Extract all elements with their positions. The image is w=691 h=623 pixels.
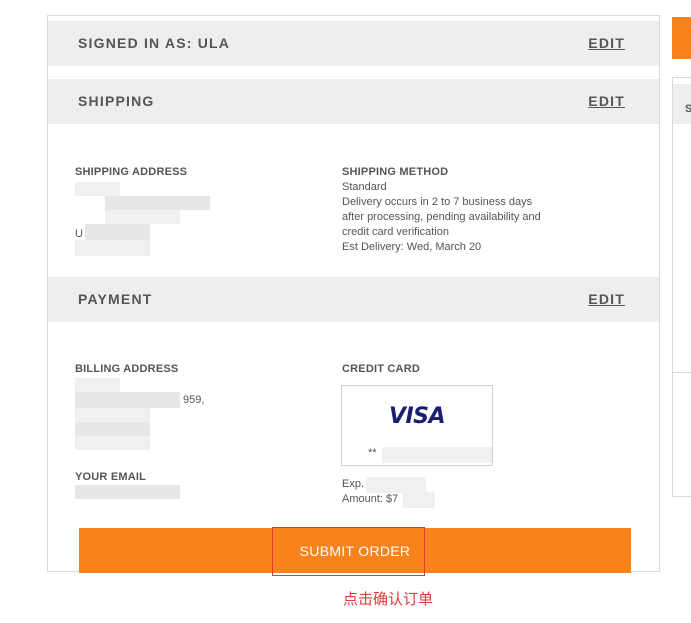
payment-header: PAYMENT EDIT xyxy=(48,277,659,322)
email-label: YOUR EMAIL xyxy=(75,471,147,483)
credit-card-label: CREDIT CARD xyxy=(342,363,420,375)
card-number-masked: ** xyxy=(368,447,377,459)
signed-in-title: SIGNED IN AS: ULA xyxy=(78,35,231,51)
side-orange-bar xyxy=(672,17,691,59)
shipping-address-redacted xyxy=(85,224,150,240)
billing-address-redacted xyxy=(75,436,150,450)
checkout-review-panel: SIGNED IN AS: ULA EDIT SHIPPING EDIT SHI… xyxy=(47,15,660,573)
shipping-method-line: credit card verification xyxy=(342,226,449,238)
visa-logo: VISA xyxy=(388,404,446,429)
payment-title: PAYMENT xyxy=(78,291,153,307)
email-redacted xyxy=(75,485,180,499)
shipping-address-redacted xyxy=(105,210,180,224)
card-expiry-label: Exp. xyxy=(342,478,365,490)
billing-address-label: BILLING ADDRESS xyxy=(75,363,179,375)
shipping-method-label: SHIPPING METHOD xyxy=(342,166,449,178)
credit-card-box: VISA ** xyxy=(341,385,493,466)
shipping-method-line: after processing, pending availability a… xyxy=(342,211,541,223)
shipping-method-line: Standard xyxy=(342,181,387,193)
order-amount-redacted xyxy=(403,492,435,508)
annotation-text: 点击确认订单 xyxy=(343,590,434,608)
shipping-title: SHIPPING xyxy=(78,93,155,109)
shipping-address-redacted xyxy=(75,240,150,256)
billing-address-redacted xyxy=(75,408,150,422)
billing-address-redacted xyxy=(75,378,120,392)
shipping-address-label: SHIPPING ADDRESS xyxy=(75,166,188,178)
billing-address-partial: 959, xyxy=(183,394,205,406)
order-summary-title: S xyxy=(685,103,691,115)
shipping-header: SHIPPING EDIT xyxy=(48,79,659,124)
signed-in-header: SIGNED IN AS: ULA EDIT xyxy=(48,21,659,66)
billing-address-redacted xyxy=(75,392,180,408)
order-summary-panel: S xyxy=(672,77,691,497)
order-amount: Amount: $7 xyxy=(342,493,399,505)
annotation-highlight-box xyxy=(272,527,425,576)
card-expiry-redacted xyxy=(366,477,426,493)
estimated-delivery: Est Delivery: Wed, March 20 xyxy=(342,241,482,253)
order-summary-header: S xyxy=(673,84,691,124)
billing-address-redacted xyxy=(75,422,150,436)
card-number-redacted xyxy=(382,447,492,463)
shipping-address-redacted xyxy=(75,182,120,196)
payment-edit-link[interactable]: EDIT xyxy=(588,277,625,322)
shipping-address-redacted xyxy=(105,196,210,210)
signed-in-edit-link[interactable]: EDIT xyxy=(588,21,625,66)
shipping-method-line: Delivery occurs in 2 to 7 business days xyxy=(342,196,533,208)
order-summary-divider xyxy=(673,372,691,373)
shipping-edit-link[interactable]: EDIT xyxy=(588,79,625,124)
